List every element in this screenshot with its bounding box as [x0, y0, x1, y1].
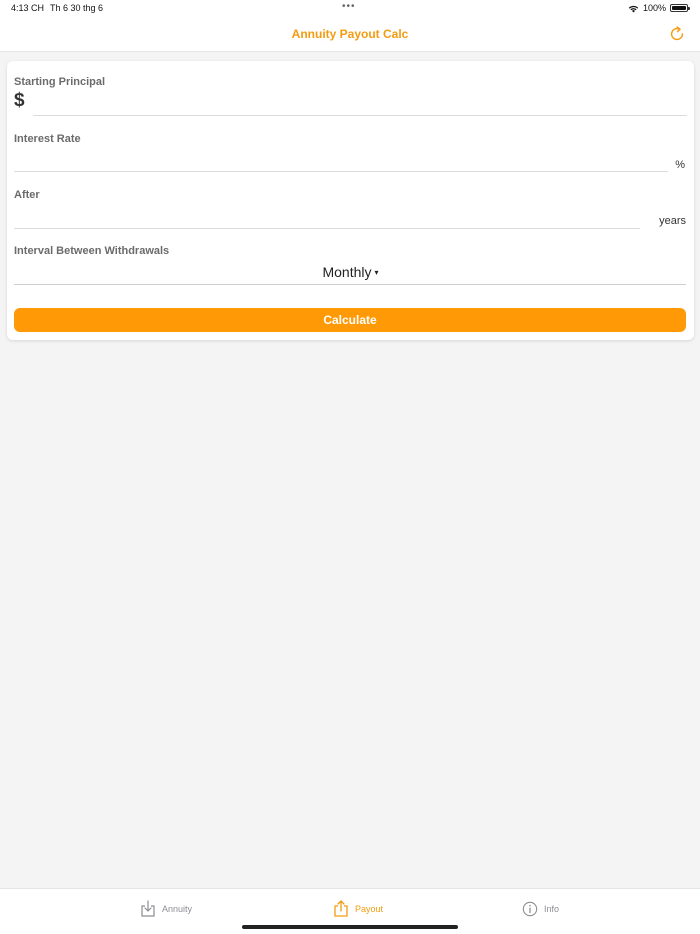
- years-unit: years: [659, 215, 686, 227]
- after-underline: [14, 228, 640, 229]
- refresh-icon[interactable]: [668, 25, 686, 43]
- home-indicator[interactable]: [242, 925, 458, 929]
- percent-unit: %: [675, 159, 685, 171]
- status-date: Th 6 30 thg 6: [50, 3, 104, 13]
- calculate-button[interactable]: Calculate: [14, 308, 686, 332]
- wifi-icon: [628, 5, 639, 13]
- interval-underline: [14, 284, 686, 285]
- app-screen: 4:13 CH Th 6 30 thg 6 ••• 100% Annuity P…: [0, 0, 700, 934]
- status-indicators: 100%: [628, 3, 690, 13]
- after-years-input[interactable]: [14, 205, 640, 227]
- starting-principal-label: Starting Principal: [14, 76, 106, 88]
- status-time: 4:13 CH: [11, 3, 45, 13]
- interval-select[interactable]: Monthly ▾: [7, 264, 694, 280]
- currency-symbol: $: [14, 90, 25, 111]
- tab-payout-label: Payout: [355, 904, 384, 914]
- interest-rate-label: Interest Rate: [14, 133, 81, 145]
- starting-principal-input[interactable]: [33, 92, 683, 114]
- multitasking-dots-icon[interactable]: •••: [342, 1, 356, 12]
- download-tray-icon: [141, 900, 155, 917]
- interest-rate-input[interactable]: [14, 149, 668, 171]
- info-circle-icon: [522, 901, 538, 917]
- chevron-down-icon: ▾: [374, 268, 379, 277]
- tab-bar: Annuity Payout Info: [0, 888, 700, 934]
- interval-label: Interval Between Withdrawals: [14, 245, 170, 257]
- tab-payout[interactable]: Payout: [333, 900, 383, 918]
- calculator-form-card: Starting Principal $ Interest Rate % Aft…: [7, 61, 694, 340]
- battery-percent: 100%: [642, 3, 666, 13]
- tab-info-label: Info: [544, 904, 560, 914]
- status-bar: 4:13 CH Th 6 30 thg 6 ••• 100%: [0, 0, 700, 16]
- battery-icon: [670, 4, 690, 12]
- after-label: After: [14, 189, 40, 201]
- interval-selected-value: Monthly: [322, 264, 372, 280]
- share-upload-icon: [334, 900, 348, 917]
- tab-annuity[interactable]: Annuity: [140, 900, 192, 918]
- tab-annuity-label: Annuity: [162, 904, 193, 914]
- navigation-bar: Annuity Payout Calc: [0, 16, 700, 52]
- page-title: Annuity Payout Calc: [291, 27, 409, 41]
- principal-underline: [33, 115, 687, 116]
- tab-info[interactable]: Info: [522, 900, 559, 918]
- interest-underline: [14, 171, 668, 172]
